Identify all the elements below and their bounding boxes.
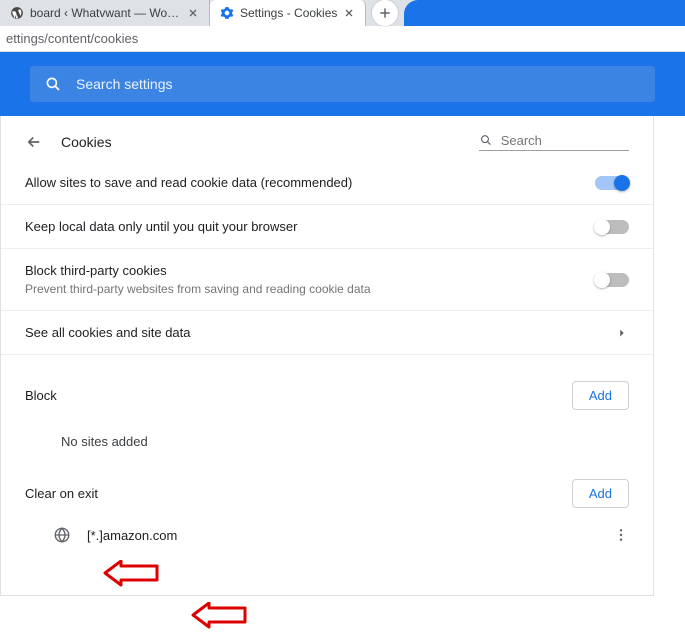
row-label: Keep local data only until you quit your… xyxy=(25,219,297,234)
toggle-block-third[interactable] xyxy=(595,273,629,287)
block-empty-text: No sites added xyxy=(1,418,653,459)
page-search-input[interactable] xyxy=(501,133,629,148)
search-icon xyxy=(479,132,493,148)
row-see-all-cookies[interactable]: See all cookies and site data xyxy=(1,311,653,355)
row-label: See all cookies and site data xyxy=(25,325,191,340)
close-icon[interactable] xyxy=(343,7,355,19)
tab-strip: board ‹ Whatvwant — Wor… Settings - Cook… xyxy=(0,0,685,26)
annotation-arrow-site xyxy=(191,602,247,633)
plus-icon xyxy=(378,6,392,20)
more-vert-icon[interactable] xyxy=(613,527,629,543)
settings-content: Cookies Allow sites to save and read coo… xyxy=(0,116,654,596)
row-keep-local[interactable]: Keep local data only until you quit your… xyxy=(1,205,653,249)
globe-icon xyxy=(53,526,71,544)
toggle-allow[interactable] xyxy=(595,176,629,190)
page-search-box[interactable] xyxy=(479,132,629,151)
search-icon xyxy=(44,75,62,93)
search-settings-input[interactable] xyxy=(76,76,641,92)
gear-icon xyxy=(220,6,234,20)
settings-header xyxy=(0,52,685,116)
section-clear-on-exit: Clear on exit Add xyxy=(1,459,653,516)
row-sublabel: Prevent third-party websites from saving… xyxy=(25,282,371,296)
tab-strip-overflow xyxy=(404,0,685,26)
row-allow-cookies[interactable]: Allow sites to save and read cookie data… xyxy=(1,161,653,205)
section-block: Block Add xyxy=(1,355,653,418)
toggle-keep[interactable] xyxy=(595,220,629,234)
annotation-arrow-clear xyxy=(103,560,159,591)
page-header: Cookies xyxy=(1,116,653,161)
site-name: [*.]amazon.com xyxy=(87,528,177,543)
row-label: Block third-party cookies xyxy=(25,263,371,278)
row-label: Allow sites to save and read cookie data… xyxy=(25,175,352,190)
new-tab-button[interactable] xyxy=(372,0,398,26)
chevron-right-icon xyxy=(615,326,629,340)
back-arrow-icon[interactable] xyxy=(25,133,43,151)
page-title: Cookies xyxy=(61,134,112,150)
site-row-amazon[interactable]: [*.]amazon.com xyxy=(1,516,653,554)
address-text: ettings/content/cookies xyxy=(6,31,138,46)
add-clear-button[interactable]: Add xyxy=(572,479,629,508)
tab-settings-cookies[interactable]: Settings - Cookies xyxy=(210,0,366,26)
close-icon[interactable] xyxy=(187,7,199,19)
tab-title: Settings - Cookies xyxy=(240,6,337,20)
add-block-button[interactable]: Add xyxy=(572,381,629,410)
row-block-third-party[interactable]: Block third-party cookies Prevent third-… xyxy=(1,249,653,311)
address-bar[interactable]: ettings/content/cookies xyxy=(0,26,685,52)
section-label: Clear on exit xyxy=(25,486,98,501)
section-label: Block xyxy=(25,388,57,403)
wordpress-icon xyxy=(10,6,24,20)
tab-title: board ‹ Whatvwant — Wor… xyxy=(30,6,181,20)
tab-whatvwant[interactable]: board ‹ Whatvwant — Wor… xyxy=(0,0,210,26)
search-settings-box[interactable] xyxy=(30,66,655,102)
